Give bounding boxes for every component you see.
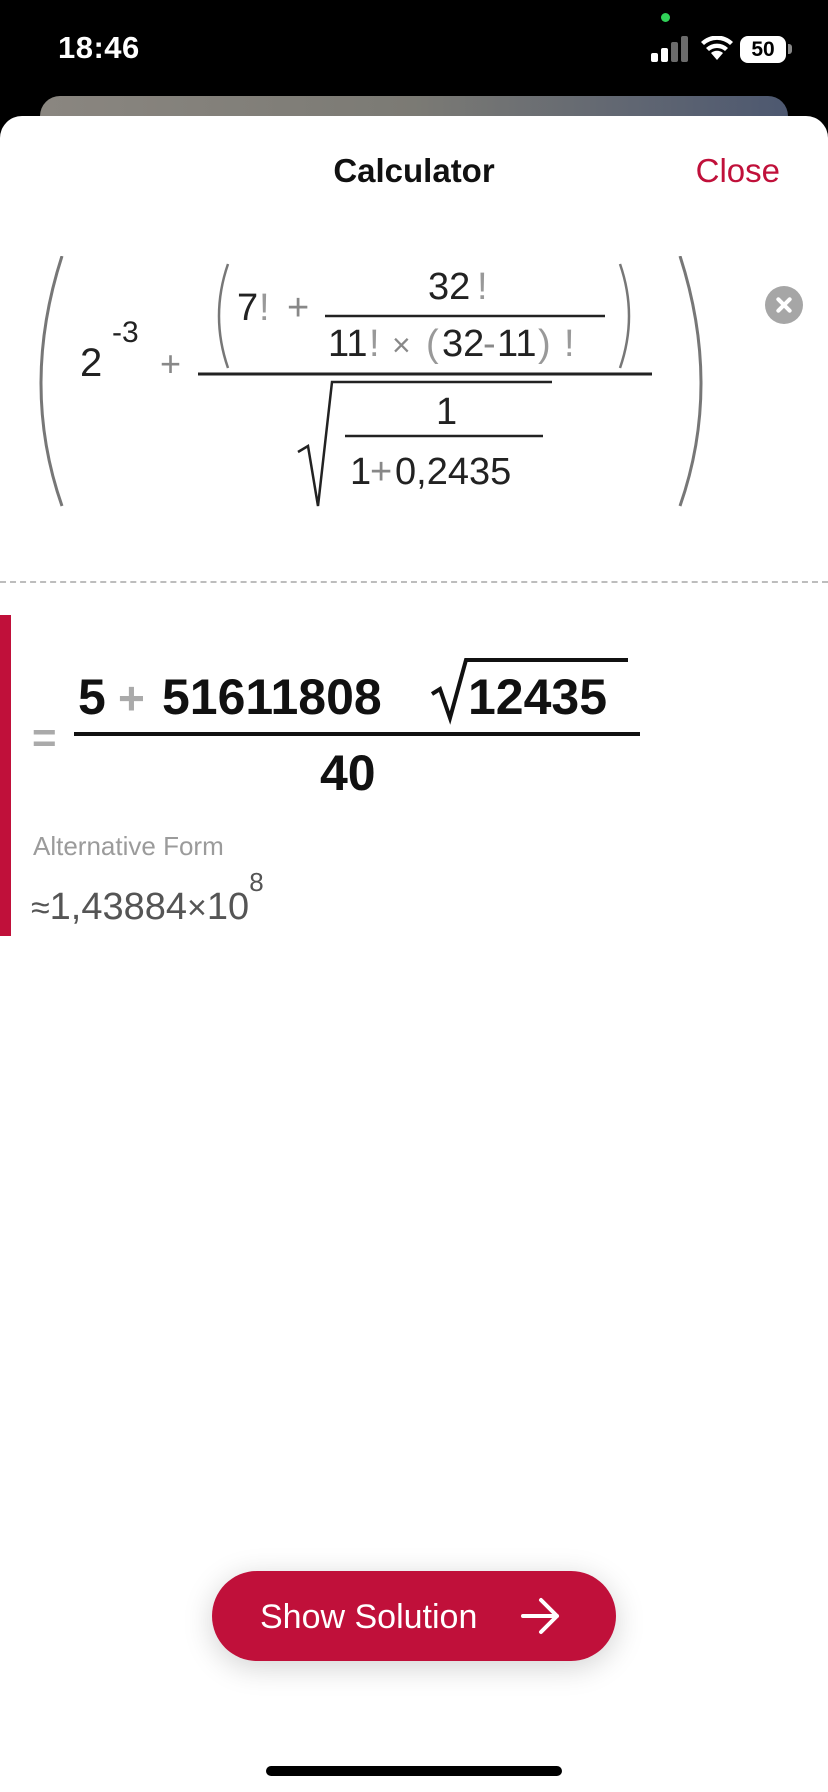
- result-denominator: 40: [320, 745, 376, 801]
- expr-den-b: 32: [442, 323, 484, 365]
- home-indicator: [266, 1766, 562, 1776]
- privacy-indicator-dot: [661, 13, 670, 22]
- alternative-form-value: ≈1,43884×108: [31, 867, 264, 929]
- approx-mantissa: 1,43884: [49, 886, 188, 928]
- expr-root-den-val: 0,2435: [395, 451, 511, 493]
- close-button[interactable]: Close: [696, 152, 780, 190]
- expr-root-plus: +: [370, 451, 392, 493]
- approx-exponent: 8: [249, 867, 264, 897]
- inner-paren-left: [217, 263, 230, 369]
- expr-exponent: -3: [112, 316, 139, 349]
- cellular-signal-icon: [651, 36, 688, 62]
- math-expression[interactable]: 2 -3 + 7 ! + 32 ! 11 ! × ( 32 - 11 ) ! 1…: [0, 256, 828, 516]
- expr-factorial-3: !: [369, 323, 380, 365]
- expr-den-c: 11: [497, 323, 536, 365]
- expr-plus: +: [160, 343, 181, 384]
- result-equals: =: [32, 714, 57, 761]
- expr-factorial-2: !: [477, 266, 488, 308]
- result-num-b: 51611808: [162, 669, 382, 725]
- wifi-icon: [701, 36, 733, 60]
- expr-times: ×: [392, 327, 411, 363]
- expr-base: 2: [80, 341, 102, 385]
- outer-paren-right: [678, 256, 703, 507]
- expr-factorial-4: !: [564, 323, 575, 365]
- alternative-form-label: Alternative Form: [33, 831, 224, 861]
- approx-symbol: ≈: [31, 889, 50, 927]
- expr-root-den-one: 1: [350, 451, 371, 493]
- arrow-right-icon: [521, 1598, 559, 1634]
- approx-base: 10: [206, 886, 250, 928]
- expr-paren-close: ): [538, 323, 551, 365]
- show-solution-button[interactable]: Show Solution: [212, 1571, 616, 1661]
- status-time: 18:46: [58, 30, 140, 65]
- outer-paren-left: [39, 256, 64, 507]
- expr-den-a: 11: [328, 323, 367, 365]
- calculator-sheet: Calculator Close 2 -3 + 7 ! + 32 ! 11 ! …: [0, 116, 828, 1792]
- dashed-divider: [0, 581, 828, 583]
- expr-root-num: 1: [436, 391, 457, 433]
- expr-frac-num: 32: [428, 266, 470, 308]
- expr-paren-open: (: [426, 323, 439, 365]
- battery-tip: [788, 44, 792, 54]
- result-expression: = 5 + 51611808 12435 40: [32, 658, 640, 801]
- result-num-a: 5: [78, 669, 106, 725]
- expr-seven: 7: [237, 287, 258, 329]
- status-bar: 18:46 50: [0, 0, 828, 110]
- result-plus: +: [118, 672, 145, 724]
- clear-circle-icon[interactable]: [765, 286, 803, 324]
- inner-paren-right: [618, 263, 631, 369]
- show-solution-label: Show Solution: [260, 1598, 478, 1636]
- approx-times: ×: [187, 889, 207, 927]
- battery-icon: 50: [740, 36, 786, 63]
- expr-plus-2: +: [287, 287, 309, 329]
- result-radicand: 12435: [468, 669, 607, 725]
- expr-minus: -: [483, 323, 496, 365]
- expr-factorial-1: !: [259, 287, 270, 329]
